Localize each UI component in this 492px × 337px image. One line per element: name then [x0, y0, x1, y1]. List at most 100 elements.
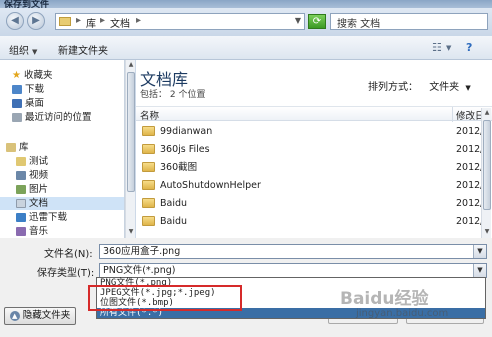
chevron-down-icon[interactable]: ▼ — [473, 264, 486, 277]
file-date: 2012/ — [456, 198, 484, 209]
list-item[interactable]: 99dianwan 2012/ — [136, 123, 492, 140]
nav-item-label: 文档 — [29, 198, 49, 209]
folder-icon — [142, 144, 155, 154]
filename-input[interactable]: 360应用盒子.png ▼ — [99, 244, 487, 259]
nav-item-downloads[interactable]: 下载 — [12, 83, 124, 96]
scroll-up-icon[interactable]: ▲ — [483, 109, 491, 118]
breadcrumb-library[interactable]: 库 — [86, 15, 96, 30]
file-name: AutoShutdownHelper — [160, 180, 261, 191]
breadcrumb-documents[interactable]: 文档 — [110, 15, 130, 30]
nav-item-videos[interactable]: 视频 — [16, 169, 124, 182]
library-icon — [6, 143, 16, 152]
address-input[interactable]: ▸ 库 ▸ 文档 ▸ ▼ — [55, 13, 305, 30]
nav-item-label: 图片 — [29, 184, 49, 195]
document-icon — [16, 199, 26, 208]
download-icon — [12, 85, 22, 94]
nav-favorites-label: 收藏夹 — [24, 70, 53, 81]
picture-icon — [16, 185, 26, 194]
column-name[interactable]: 名称 — [140, 108, 159, 122]
view-options-icon[interactable]: ☷ — [432, 41, 442, 54]
filename-value: 360应用盒子.png — [103, 246, 181, 257]
chevron-down-icon[interactable]: ▼ — [295, 16, 301, 25]
nav-item-label: 音乐 — [29, 226, 49, 237]
scroll-down-icon[interactable]: ▼ — [127, 228, 135, 237]
nav-item-pictures[interactable]: 图片 — [16, 183, 124, 196]
file-list-scrollbar[interactable]: ▲ ▼ — [481, 108, 491, 238]
watermark-logo: Baidu经验 — [340, 289, 429, 309]
search-placeholder: 搜索 文档 — [337, 19, 381, 30]
file-date: 2012/ — [456, 144, 484, 155]
sort-control[interactable]: 排列方式： 文件夹 ▼ — [368, 78, 471, 93]
nav-item-thunder-downloads[interactable]: 迅雷下载 — [16, 211, 124, 224]
search-input[interactable]: 搜索 文档 — [330, 13, 488, 30]
organize-button[interactable]: 组织 ▼ — [9, 42, 37, 57]
nav-scroll-thumb[interactable] — [127, 72, 135, 192]
watermark-url: jingyan.baidu.com — [356, 308, 449, 319]
navigation-pane: ★ 收藏夹 下载 桌面 最近访问的位置 库 测试 视频 图片 文档 迅雷下载 音… — [0, 60, 125, 238]
list-item[interactable]: AutoShutdownHelper 2012/ — [136, 177, 492, 194]
nav-item-desktop[interactable]: 桌面 — [12, 97, 124, 110]
filename-label: 文件名(N): — [44, 249, 93, 260]
folder-icon — [16, 157, 26, 166]
nav-favorites[interactable]: ★ 收藏夹 — [12, 69, 124, 82]
filetype-value: PNG文件(*.png) — [103, 265, 176, 276]
breadcrumb-arrow: ▸ — [100, 15, 106, 26]
filetype-select[interactable]: PNG文件(*.png) ▼ — [99, 263, 487, 278]
breadcrumb-arrow: ▸ — [76, 15, 82, 26]
file-date: 2012/ — [456, 126, 484, 137]
nav-scrollbar[interactable]: ▲ ▼ — [125, 60, 135, 238]
nav-item-recent[interactable]: 最近访问的位置 — [12, 111, 124, 124]
list-item[interactable]: Baidu 2012/ — [136, 195, 492, 212]
chevron-down-icon[interactable]: ▼ — [473, 245, 486, 258]
list-item[interactable]: Baidu 2012/ — [136, 213, 492, 230]
nav-item-label: 最近访问的位置 — [25, 112, 92, 123]
chevron-down-icon[interactable]: ▼ — [465, 84, 470, 92]
file-list-pane: 文档库 包括： 2 个位置 排列方式： 文件夹 ▼ 名称 修改日 99dianw… — [136, 60, 492, 238]
chevron-down-icon[interactable]: ▼ — [446, 44, 451, 52]
new-folder-button[interactable]: 新建文件夹 — [58, 42, 108, 57]
file-date: 2012/ — [456, 216, 484, 227]
column-header: 名称 修改日 — [136, 106, 492, 122]
scroll-down-icon[interactable]: ▼ — [483, 228, 491, 237]
hide-folders-button[interactable]: ▲ 隐藏文件夹 — [4, 307, 76, 325]
sort-value[interactable]: 文件夹 — [429, 82, 459, 93]
nav-libraries-label: 库 — [19, 142, 29, 153]
nav-item-test[interactable]: 测试 — [16, 155, 124, 168]
library-subtitle[interactable]: 包括： 2 个位置 — [140, 87, 205, 100]
folder-icon — [142, 162, 155, 172]
title-bar: 保存到文件 — [0, 0, 492, 10]
video-icon — [16, 171, 26, 180]
scroll-up-icon[interactable]: ▲ — [127, 61, 135, 70]
nav-item-label: 迅雷下载 — [29, 212, 68, 223]
recent-places-icon — [12, 113, 22, 122]
breadcrumb-arrow: ▸ — [136, 15, 142, 26]
star-icon: ★ — [12, 70, 21, 81]
list-item[interactable]: 360js Files 2012/ — [136, 141, 492, 158]
file-date: 2012/ — [456, 162, 484, 173]
nav-item-label: 下载 — [25, 84, 45, 95]
list-item[interactable]: 360截图 2012/ — [136, 159, 492, 176]
help-icon[interactable]: ? — [466, 41, 472, 54]
file-name: Baidu — [160, 198, 188, 209]
nav-item-label: 桌面 — [25, 98, 45, 109]
file-list-scroll-thumb[interactable] — [483, 120, 491, 210]
annotation-highlight — [88, 285, 242, 311]
forward-icon[interactable]: ▶ — [27, 12, 45, 30]
back-icon[interactable]: ◀ — [6, 12, 24, 30]
thunder-icon — [16, 213, 26, 222]
nav-libraries[interactable]: 库 — [6, 141, 124, 154]
file-name: Baidu — [160, 216, 188, 227]
file-name: 360截图 — [160, 162, 198, 173]
nav-item-music[interactable]: 音乐 — [16, 225, 124, 238]
file-name: 99dianwan — [160, 126, 213, 137]
refresh-icon[interactable]: ⟳ — [308, 14, 326, 29]
sort-label: 排列方式： — [368, 82, 418, 93]
nav-item-documents[interactable]: 文档 — [0, 197, 124, 210]
folder-icon — [59, 17, 71, 26]
nav-item-label: 测试 — [29, 156, 49, 167]
chevron-down-icon: ▼ — [32, 48, 38, 56]
folder-icon — [142, 198, 155, 208]
hide-folders-label: 隐藏文件夹 — [22, 310, 71, 321]
column-divider[interactable] — [452, 107, 453, 122]
toolbar: 组织 ▼ 新建文件夹 ☷ ▼ ? — [0, 36, 492, 60]
